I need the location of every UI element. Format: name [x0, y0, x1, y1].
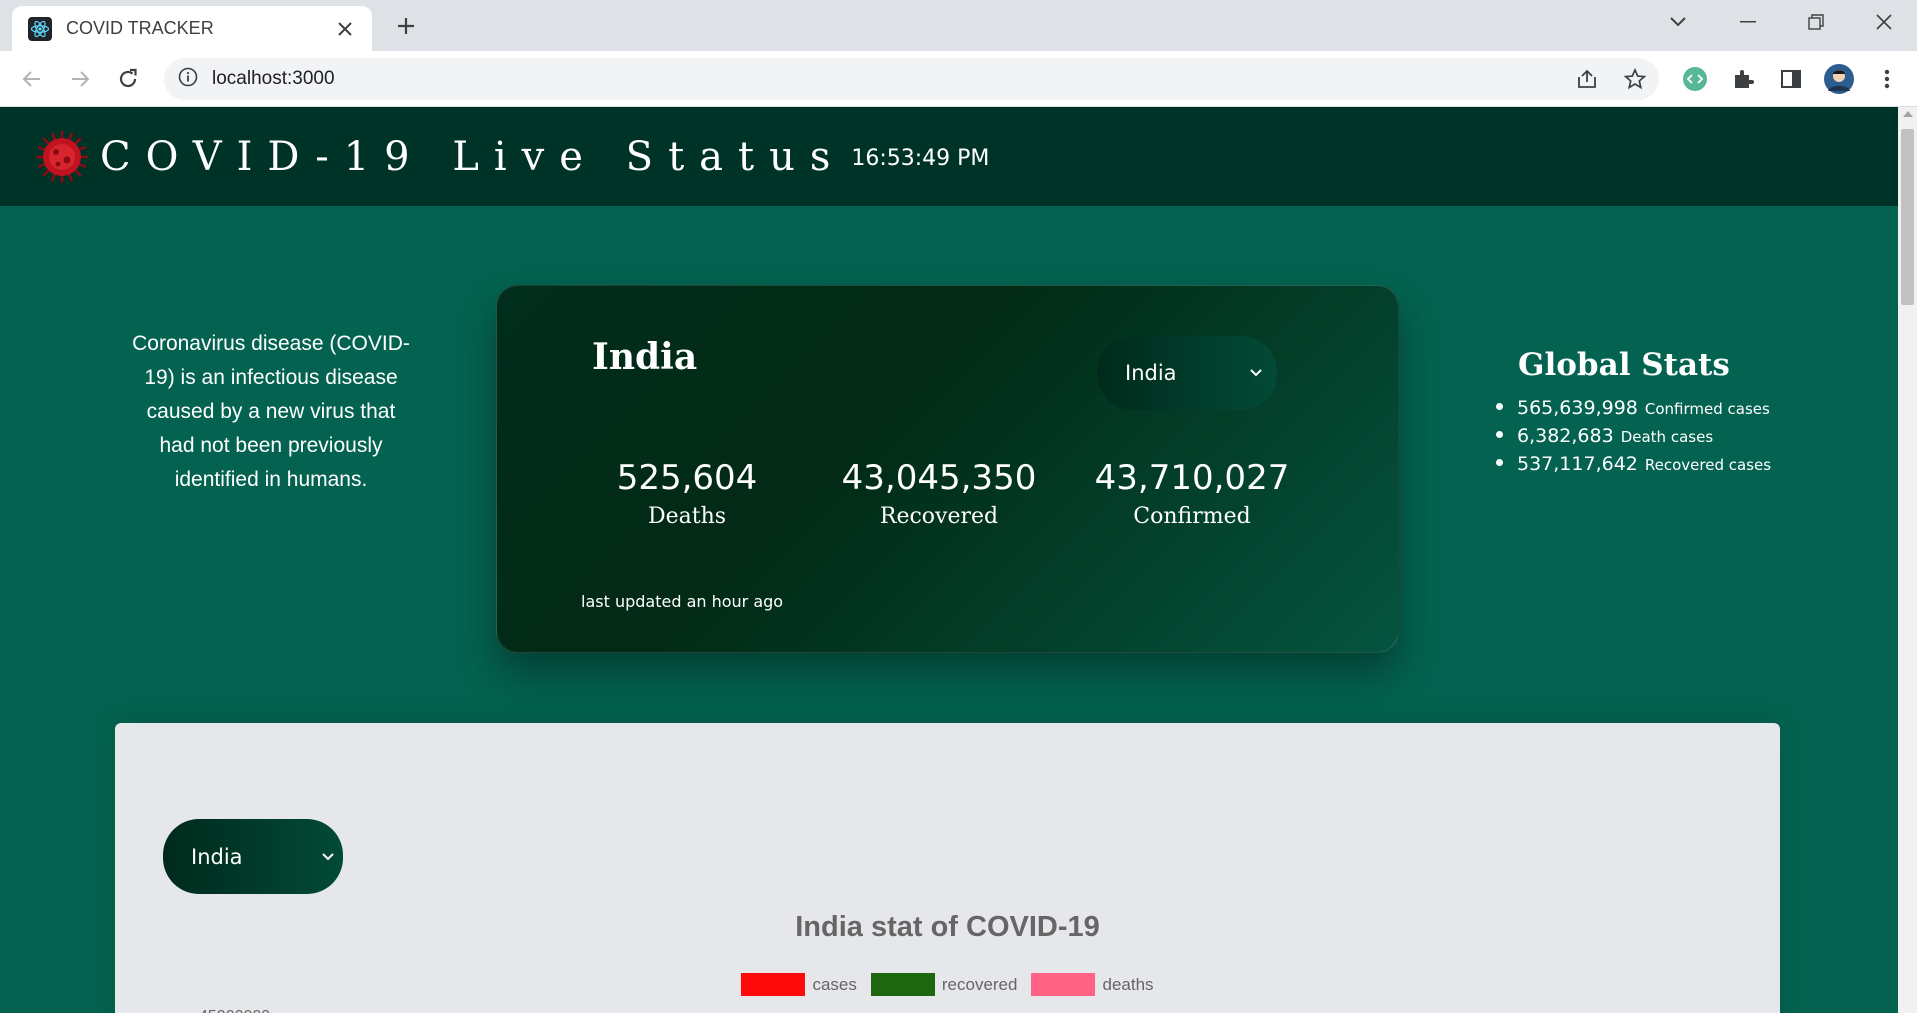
browser-tab-strip: COVID TRACKER — [0, 0, 1917, 51]
stat-recovered: 43,045,350 Recovered — [839, 458, 1039, 529]
country-select[interactable]: India — [1097, 336, 1277, 410]
bullet-icon — [1496, 459, 1503, 466]
legend-item-recovered[interactable]: recovered — [870, 973, 1018, 996]
url-text: localhost:3000 — [212, 68, 335, 89]
global-stats: Global Stats 565,639,998 Confirmed cases… — [1496, 347, 1772, 481]
browser-tab[interactable]: COVID TRACKER — [12, 6, 372, 51]
stat-label: Deaths — [647, 504, 727, 529]
chart-country-select-value: India — [191, 844, 243, 869]
last-updated-text: last updated an hour ago — [581, 592, 784, 611]
global-stat-recovered: 537,117,642 Recovered cases — [1496, 453, 1772, 475]
global-stat-value: 6,382,683 — [1517, 425, 1614, 447]
tab-search-icon[interactable] — [1656, 6, 1700, 38]
close-window-icon[interactable] — [1862, 6, 1906, 38]
chart-legend: cases recovered deaths — [115, 973, 1780, 996]
profile-avatar-icon[interactable] — [1823, 63, 1855, 95]
new-tab-icon[interactable] — [390, 10, 422, 42]
global-stat-confirmed: 565,639,998 Confirmed cases — [1496, 397, 1771, 419]
scroll-thumb[interactable] — [1901, 129, 1914, 305]
intro-text: Coronavirus disease (COVID-19) is an inf… — [132, 332, 410, 491]
site-title: COVID-19 Live Status — [100, 133, 846, 180]
menu-kebab-icon[interactable] — [1871, 63, 1903, 95]
card-country-name: India — [592, 336, 698, 378]
live-clock: 16:53:49 PM — [851, 146, 990, 171]
global-stat-label: Recovered cases — [1644, 456, 1772, 474]
virus-logo-icon — [36, 130, 88, 183]
global-stat-deaths: 6,382,683 Death cases — [1496, 425, 1771, 447]
stat-value: 43,710,027 — [1094, 458, 1290, 498]
global-stat-label: Confirmed cases — [1644, 400, 1770, 418]
legend-swatch — [741, 973, 806, 996]
react-favicon-icon — [28, 16, 52, 41]
stat-label: Recovered — [879, 504, 999, 529]
scroll-up-arrow-icon[interactable] — [1903, 111, 1913, 117]
browser-toolbar: localhost:3000 — [0, 51, 1917, 107]
forward-icon[interactable] — [64, 63, 96, 95]
legend-swatch — [1031, 973, 1096, 996]
extensions-puzzle-icon[interactable] — [1727, 63, 1759, 95]
country-select-value: India — [1125, 361, 1177, 385]
chart-panel: India India stat of COVID-19 cases recov… — [115, 723, 1780, 1013]
legend-label: deaths — [1102, 974, 1154, 994]
chevron-down-icon — [1250, 369, 1262, 377]
address-bar[interactable]: localhost:3000 — [164, 58, 1659, 100]
legend-item-deaths[interactable]: deaths — [1031, 973, 1154, 996]
legend-label: recovered — [941, 974, 1018, 994]
global-stats-title: Global Stats — [1518, 347, 1730, 383]
chart-title: India stat of COVID-19 — [795, 911, 1100, 943]
page-scrollbar[interactable] — [1898, 107, 1917, 1013]
global-stat-value: 537,117,642 — [1517, 453, 1638, 475]
bookmark-star-icon[interactable] — [1619, 63, 1651, 95]
legend-swatch — [870, 973, 935, 996]
legend-item-cases[interactable]: cases — [741, 973, 857, 996]
stat-confirmed: 43,710,027 Confirmed — [1092, 458, 1292, 529]
bullet-icon — [1496, 403, 1503, 410]
global-stats-list: 565,639,998 Confirmed cases 6,382,683 De… — [1496, 397, 1772, 475]
minimize-icon[interactable] — [1726, 6, 1770, 38]
legend-label: cases — [812, 974, 857, 994]
reload-icon[interactable] — [112, 63, 144, 95]
global-stat-label: Death cases — [1620, 428, 1714, 446]
bullet-icon — [1496, 431, 1503, 438]
extension-code-icon[interactable] — [1679, 63, 1711, 95]
restore-icon[interactable] — [1794, 6, 1838, 38]
close-tab-icon[interactable] — [332, 16, 358, 42]
chevron-down-icon — [322, 852, 334, 860]
stat-deaths: 525,604 Deaths — [587, 458, 787, 529]
tab-title: COVID TRACKER — [66, 18, 214, 38]
site-info-icon[interactable] — [178, 67, 198, 91]
site-header: COVID-19 Live Status 16:53:49 PM — [0, 107, 1898, 206]
chart-country-select[interactable]: India — [163, 819, 343, 894]
page-viewport: COVID-19 Live Status 16:53:49 PM Coronav… — [0, 107, 1898, 1013]
stat-label: Confirmed — [1133, 504, 1251, 529]
back-icon[interactable] — [16, 63, 48, 95]
stat-value: 525,604 — [616, 458, 758, 498]
stat-value: 43,045,350 — [841, 458, 1037, 498]
y-axis-tick-label: 45000000 — [199, 1008, 270, 1013]
global-stat-value: 565,639,998 — [1517, 397, 1638, 419]
country-stats-card: India India 525,604 Deaths 43,045,350 Re… — [496, 285, 1399, 653]
side-panel-icon[interactable] — [1775, 63, 1807, 95]
share-icon[interactable] — [1571, 63, 1603, 95]
